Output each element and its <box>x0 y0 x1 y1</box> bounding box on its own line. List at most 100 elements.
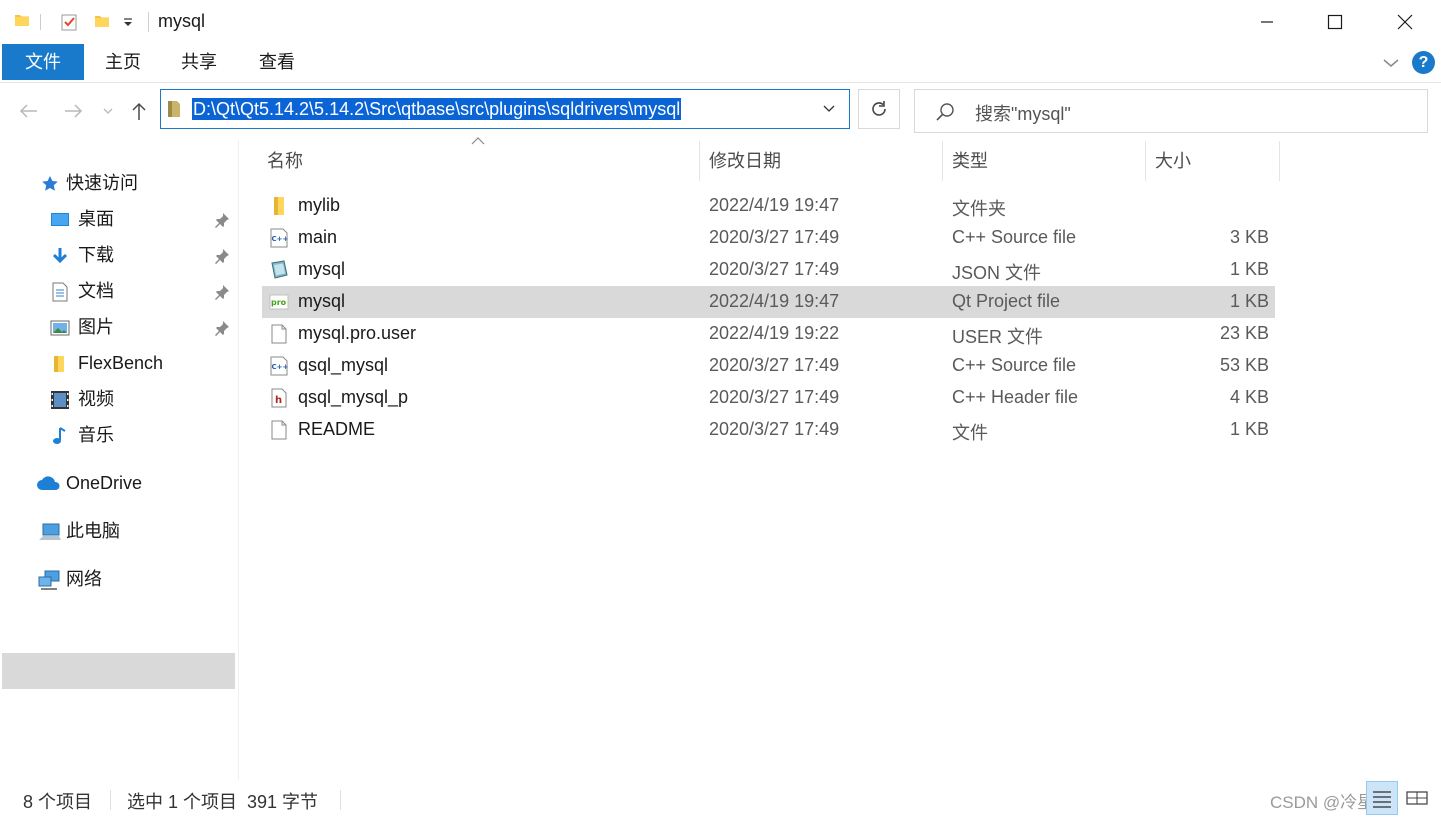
file-row[interactable]: mylib 2022/4/19 19:47 文件夹 <box>262 190 1275 222</box>
item-count: 8 个项目 <box>23 792 93 812</box>
header-file-icon: h <box>271 388 287 408</box>
minimize-button[interactable] <box>1232 0 1302 44</box>
file-date: 2022/4/19 19:22 <box>709 323 840 343</box>
column-header-size[interactable]: 大小 <box>1155 141 1275 181</box>
sidebar-item-music[interactable]: 音乐 <box>48 418 238 452</box>
large-icons-view-button[interactable] <box>1402 781 1434 815</box>
svg-text:C++: C++ <box>272 363 289 371</box>
column-header-date[interactable]: 修改日期 <box>709 141 939 181</box>
blank-file-icon <box>271 324 287 344</box>
arrow-right-icon <box>65 104 83 118</box>
tab-view[interactable]: 查看 <box>248 44 306 80</box>
sidebar-item-label: FlexBench <box>78 353 164 373</box>
folder-icon <box>274 197 284 215</box>
sidebar-item-label: OneDrive <box>66 473 143 493</box>
file-row[interactable]: h qsql_mysql_p 2020/3/27 17:49 C++ Heade… <box>262 382 1275 414</box>
column-header-type[interactable]: 类型 <box>952 141 1142 181</box>
file-date: 2020/3/27 17:49 <box>709 259 840 279</box>
new-folder-icon[interactable] <box>94 12 110 35</box>
sidebar-item-videos[interactable]: 视频 <box>48 382 238 416</box>
expand-ribbon-button[interactable] <box>1382 56 1400 74</box>
pin-icon[interactable] <box>214 320 230 336</box>
sidebar-item-network[interactable]: 网络 <box>38 562 236 596</box>
file-row[interactable]: C++ main 2020/3/27 17:49 C++ Source file… <box>262 222 1275 254</box>
sidebar-item-pictures[interactable]: 图片 <box>48 310 238 344</box>
file-row[interactable]: mysql 2020/3/27 17:49 JSON 文件 1 KB <box>262 254 1275 286</box>
column-divider[interactable] <box>1279 141 1280 181</box>
recent-locations-button[interactable] <box>98 98 118 124</box>
file-name: main <box>298 227 338 247</box>
sidebar-item-label: 下载 <box>78 245 114 265</box>
refresh-button[interactable] <box>858 89 900 129</box>
star-icon <box>42 176 58 191</box>
sidebar-item-downloads[interactable]: 下载 <box>48 238 238 272</box>
pin-icon[interactable] <box>214 212 230 228</box>
sidebar-item-label: 网络 <box>66 569 102 589</box>
address-path[interactable]: D:\Qt\Qt5.14.2\5.14.2\Src\qtbase\src\plu… <box>192 98 682 120</box>
status-separator <box>110 790 111 810</box>
search-box[interactable]: 搜索"mysql" <box>914 89 1428 133</box>
maximize-icon <box>1327 14 1343 30</box>
file-name: qsql_mysql <box>298 355 389 375</box>
tab-file[interactable]: 文件 <box>2 44 84 80</box>
file-row-selected[interactable]: pro mysql 2022/4/19 19:47 Qt Project fil… <box>262 286 1275 318</box>
help-button[interactable]: ? <box>1412 51 1435 74</box>
file-name: mylib <box>298 195 341 215</box>
file-size: 1 KB <box>1229 419 1269 439</box>
file-row[interactable]: README 2020/3/27 17:49 文件 1 KB <box>262 414 1275 446</box>
column-divider[interactable] <box>1145 141 1146 181</box>
sidebar-item-label: 桌面 <box>78 209 114 229</box>
folder-icon <box>14 12 30 33</box>
column-divider[interactable] <box>699 141 700 181</box>
title-bar: mysql <box>0 0 1441 44</box>
file-name: README <box>298 419 376 439</box>
cpp-file-icon: C++ <box>270 356 289 376</box>
sidebar-item-label: 音乐 <box>78 425 114 445</box>
file-type: C++ Source file <box>952 227 1077 247</box>
close-button[interactable] <box>1370 0 1440 44</box>
details-view-button[interactable] <box>1366 781 1398 815</box>
back-button[interactable] <box>16 98 42 124</box>
status-separator <box>340 790 341 810</box>
file-row[interactable]: mysql.pro.user 2022/4/19 19:22 USER 文件 2… <box>262 318 1275 350</box>
column-divider[interactable] <box>942 141 943 181</box>
address-dropdown-button[interactable] <box>809 90 849 128</box>
tab-home[interactable]: 主页 <box>94 44 152 80</box>
pin-icon[interactable] <box>214 284 230 300</box>
file-row[interactable]: C++ qsql_mysql 2020/3/27 17:49 C++ Sourc… <box>262 350 1275 382</box>
customize-toolbar-icon[interactable] <box>122 16 134 34</box>
forward-button[interactable] <box>60 98 86 124</box>
folder-icon <box>54 356 64 372</box>
file-type: USER 文件 <box>952 327 1044 347</box>
file-type: 文件夹 <box>952 199 1006 219</box>
maximize-button[interactable] <box>1300 0 1370 44</box>
pin-icon[interactable] <box>214 248 230 264</box>
search-input[interactable]: 搜索"mysql" <box>975 100 1071 126</box>
sidebar-item-flexbench[interactable]: FlexBench <box>48 346 238 380</box>
file-name: mysql <box>298 259 346 279</box>
music-icon <box>53 427 66 444</box>
sidebar-item-quick-access[interactable]: 快速访问 <box>38 166 238 200</box>
column-header-name[interactable]: 名称 <box>267 141 697 181</box>
file-size: 1 KB <box>1229 259 1269 279</box>
sidebar-item-desktop[interactable]: 桌面 <box>48 202 238 236</box>
up-button[interactable] <box>126 98 152 124</box>
sidebar-item-onedrive[interactable]: OneDrive <box>36 466 236 500</box>
sidebar-item-this-pc[interactable]: 此电脑 <box>38 514 236 548</box>
minimize-icon <box>1261 21 1273 23</box>
sidebar-item-documents[interactable]: 文档 <box>48 274 238 308</box>
tab-share[interactable]: 共享 <box>170 44 228 80</box>
chevron-down-icon <box>103 108 113 114</box>
cpp-file-icon: C++ <box>270 228 289 248</box>
close-icon <box>1397 14 1413 30</box>
window-title: mysql <box>158 11 206 31</box>
file-date: 2020/3/27 17:49 <box>709 387 840 407</box>
selection-info: 选中 1 个项目 391 字节 <box>127 792 319 812</box>
file-date: 2022/4/19 19:47 <box>709 291 840 311</box>
network-icon <box>38 570 60 590</box>
properties-icon[interactable] <box>60 12 78 37</box>
blank-file-icon <box>271 420 287 440</box>
details-view-icon <box>1373 791 1391 808</box>
address-bar[interactable]: D:\Qt\Qt5.14.2\5.14.2\Src\qtbase\src\plu… <box>160 89 850 129</box>
file-type: C++ Header file <box>952 387 1079 407</box>
